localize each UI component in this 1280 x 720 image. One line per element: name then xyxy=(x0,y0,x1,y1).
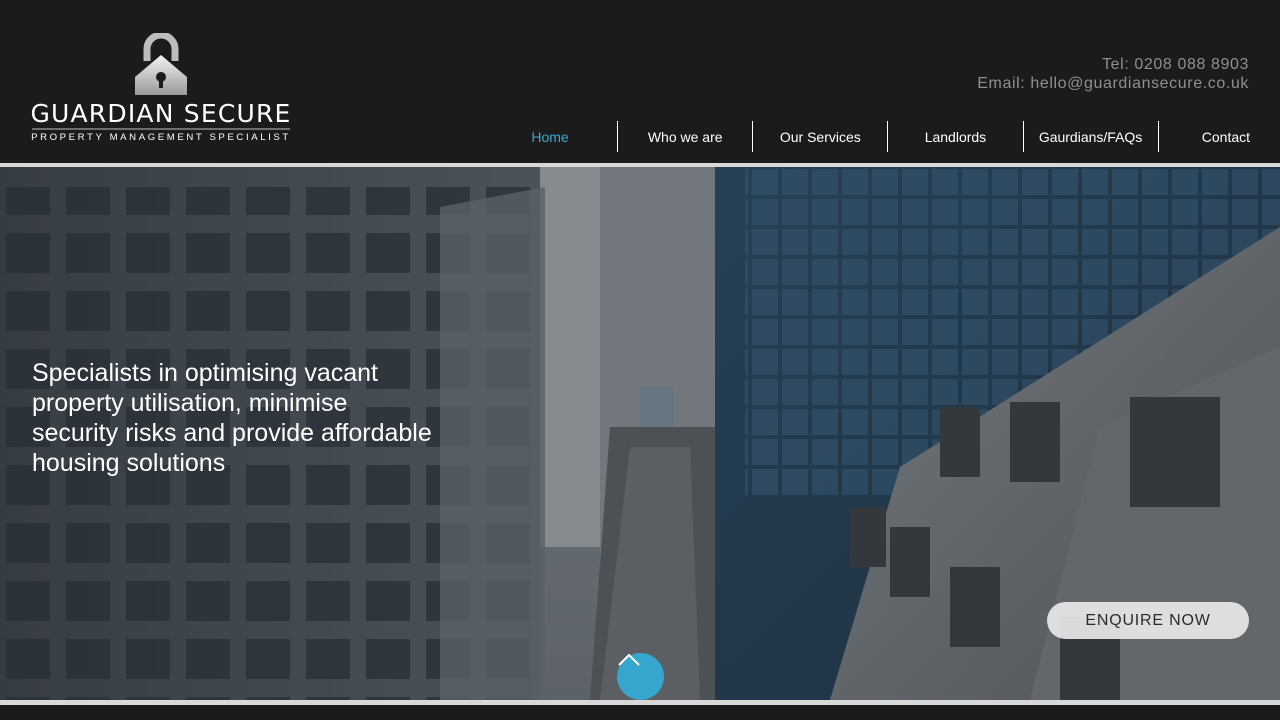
site-header: GUARDIAN SECURE PROPERTY MANAGEMENT SPEC… xyxy=(0,0,1280,163)
nav-guardians-faqs[interactable]: Gaurdians/FAQs xyxy=(1024,121,1158,152)
email-address[interactable]: Email: hello@guardiansecure.co.uk xyxy=(977,74,1249,93)
hero-section: Specialists in optimising vacant propert… xyxy=(0,167,1280,700)
chevron-up-icon xyxy=(618,653,640,666)
brand-tagline: PROPERTY MANAGEMENT SPECIALIST xyxy=(31,132,291,143)
hero-headline: Specialists in optimising vacant propert… xyxy=(32,359,432,477)
padlock-icon xyxy=(135,33,187,95)
nav-contact[interactable]: Contact xyxy=(1159,121,1250,152)
scroll-up-button[interactable] xyxy=(617,653,664,700)
main-nav: Home Who we are Our Services Landlords G… xyxy=(483,121,1250,152)
phone-number[interactable]: Tel: 0208 088 8903 xyxy=(977,55,1249,74)
hero-bottom-divider xyxy=(0,700,1280,705)
contact-info: Tel: 0208 088 8903 Email: hello@guardian… xyxy=(977,55,1249,93)
nav-home[interactable]: Home xyxy=(483,121,617,152)
nav-our-services[interactable]: Our Services xyxy=(753,121,887,152)
nav-who-we-are[interactable]: Who we are xyxy=(618,121,752,152)
brand-logo[interactable]: GUARDIAN SECURE PROPERTY MANAGEMENT SPEC… xyxy=(30,33,292,145)
enquire-now-button[interactable]: ENQUIRE NOW xyxy=(1047,602,1249,639)
logo-divider xyxy=(32,128,290,130)
nav-landlords[interactable]: Landlords xyxy=(888,121,1022,152)
brand-name: GUARDIAN SECURE xyxy=(30,99,292,128)
